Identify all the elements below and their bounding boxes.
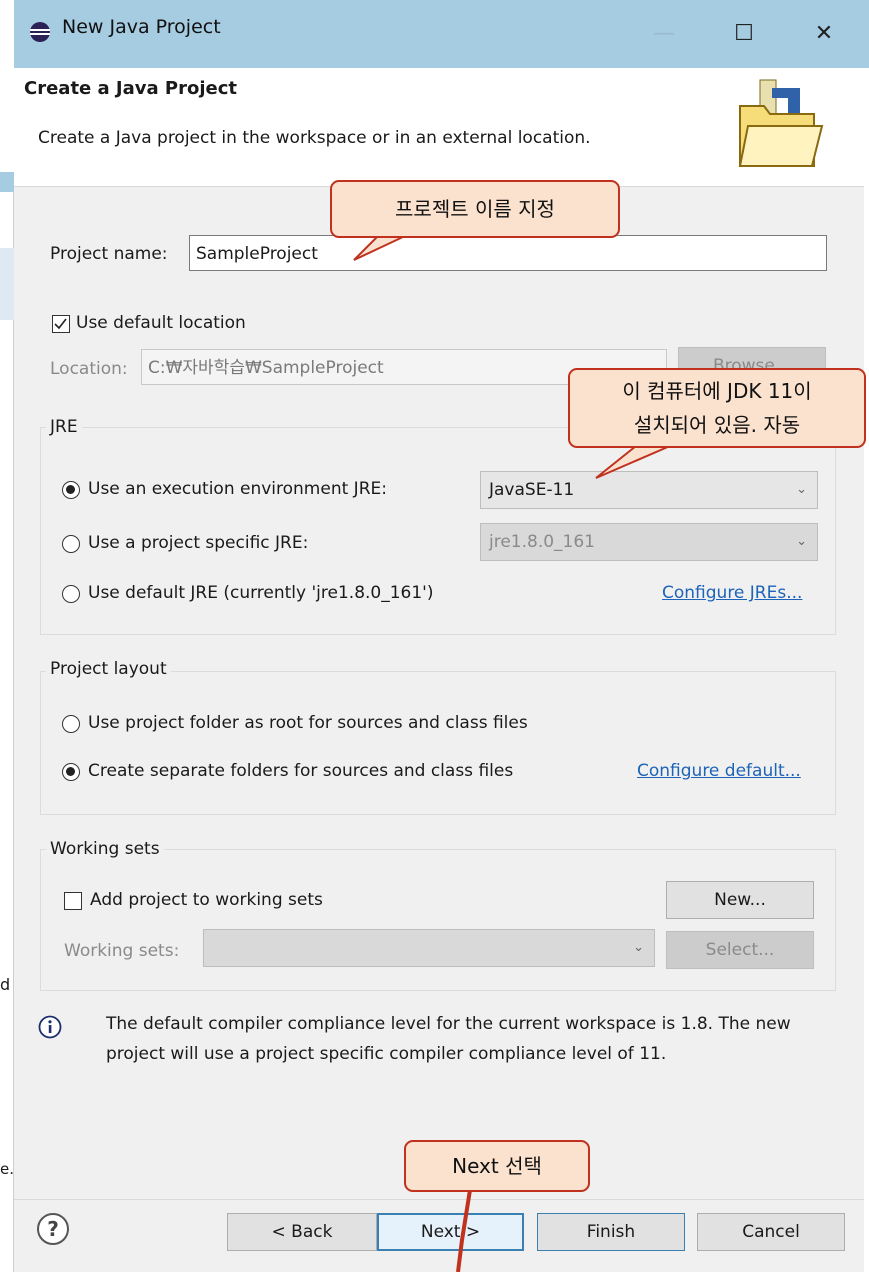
background-window-bar	[0, 172, 14, 192]
callout-jdk-line2: 설치되어 있음. 자동	[633, 413, 801, 437]
project-name-label: Project name:	[50, 244, 168, 264]
jre-project-label: Use a project specific JRE:	[88, 533, 309, 553]
chevron-down-icon: ⌄	[633, 940, 644, 955]
compliance-info-text: The default compiler compliance level fo…	[106, 1014, 791, 1064]
close-button[interactable]: ✕	[804, 14, 844, 54]
layout-separate-label: Create separate folders for sources and …	[88, 761, 514, 781]
jre-project-value: jre1.8.0_161	[489, 532, 596, 552]
callout-next: Next 선택	[404, 1140, 590, 1192]
jre-default-label: Use default JRE (currently 'jre1.8.0_161…	[88, 583, 434, 603]
footer-separator	[14, 1199, 864, 1200]
svg-text:?: ?	[47, 1217, 59, 1241]
help-icon[interactable]: ?	[36, 1212, 70, 1246]
project-layout-group	[40, 671, 836, 815]
configure-jres-link[interactable]: Configure JREs...	[662, 583, 802, 603]
header-title: Create a Java Project	[24, 78, 238, 99]
configure-default-link[interactable]: Configure default...	[637, 761, 801, 781]
jre-env-combo[interactable]: JavaSE-11 ⌄	[480, 471, 818, 509]
checkmark-icon	[54, 318, 67, 330]
working-sets-field-label: Working sets:	[64, 941, 180, 961]
wizard-content: Project name: SampleProject Use default …	[14, 187, 864, 1272]
select-working-set-button[interactable]: Select...	[666, 931, 814, 969]
new-working-set-button[interactable]: New...	[666, 881, 814, 919]
jre-env-radio[interactable]	[62, 481, 80, 499]
maximize-button[interactable]: ☐	[724, 14, 764, 54]
jre-project-combo[interactable]: jre1.8.0_161 ⌄	[480, 523, 818, 561]
new-java-project-icon	[738, 79, 824, 167]
finish-button[interactable]: Finish	[537, 1213, 685, 1251]
wizard-header: Create a Java Project Create a Java proj…	[14, 68, 864, 187]
callout-jdk-line1: 이 컴퓨터에 JDK 11이	[622, 379, 812, 403]
minimize-button[interactable]: —	[644, 14, 684, 54]
window-title: New Java Project	[62, 16, 221, 38]
working-sets-label: Working sets	[46, 839, 164, 859]
background-window	[0, 0, 14, 172]
background-window-panel	[0, 192, 14, 1272]
working-sets-group	[40, 849, 836, 991]
use-default-location-checkbox[interactable]	[52, 315, 70, 333]
title-bar[interactable]: New Java Project — ☐ ✕	[14, 0, 869, 68]
jre-project-radio[interactable]	[62, 535, 80, 553]
background-folder-icon	[0, 248, 14, 320]
eclipse-icon	[30, 22, 50, 42]
use-default-location-label: Use default location	[76, 313, 246, 333]
header-description: Create a Java project in the workspace o…	[38, 128, 591, 148]
jre-env-value: JavaSE-11	[489, 480, 575, 500]
jre-group-label: JRE	[46, 417, 82, 437]
jre-default-radio[interactable]	[62, 585, 80, 603]
layout-root-label: Use project folder as root for sources a…	[88, 713, 528, 733]
working-sets-combo[interactable]: ⌄	[203, 929, 655, 967]
next-button[interactable]: Next >	[377, 1213, 524, 1251]
add-working-sets-checkbox[interactable]	[64, 892, 82, 910]
callout-project-name: 프로젝트 이름 지정	[330, 180, 620, 238]
background-text: d	[0, 975, 11, 994]
add-working-sets-label: Add project to working sets	[90, 890, 323, 910]
jre-env-label: Use an execution environment JRE:	[88, 479, 387, 499]
location-label: Location:	[50, 359, 128, 379]
project-layout-label: Project layout	[46, 659, 171, 679]
info-icon	[38, 1015, 62, 1039]
chevron-down-icon: ⌄	[796, 534, 807, 549]
chevron-down-icon: ⌄	[796, 482, 807, 497]
project-name-input[interactable]: SampleProject	[189, 235, 827, 271]
back-button[interactable]: < Back	[227, 1213, 377, 1251]
callout-jdk: 이 컴퓨터에 JDK 11이 설치되어 있음. 자동	[568, 368, 866, 448]
layout-separate-radio[interactable]	[62, 763, 80, 781]
layout-root-radio[interactable]	[62, 715, 80, 733]
cancel-button[interactable]: Cancel	[697, 1213, 845, 1251]
